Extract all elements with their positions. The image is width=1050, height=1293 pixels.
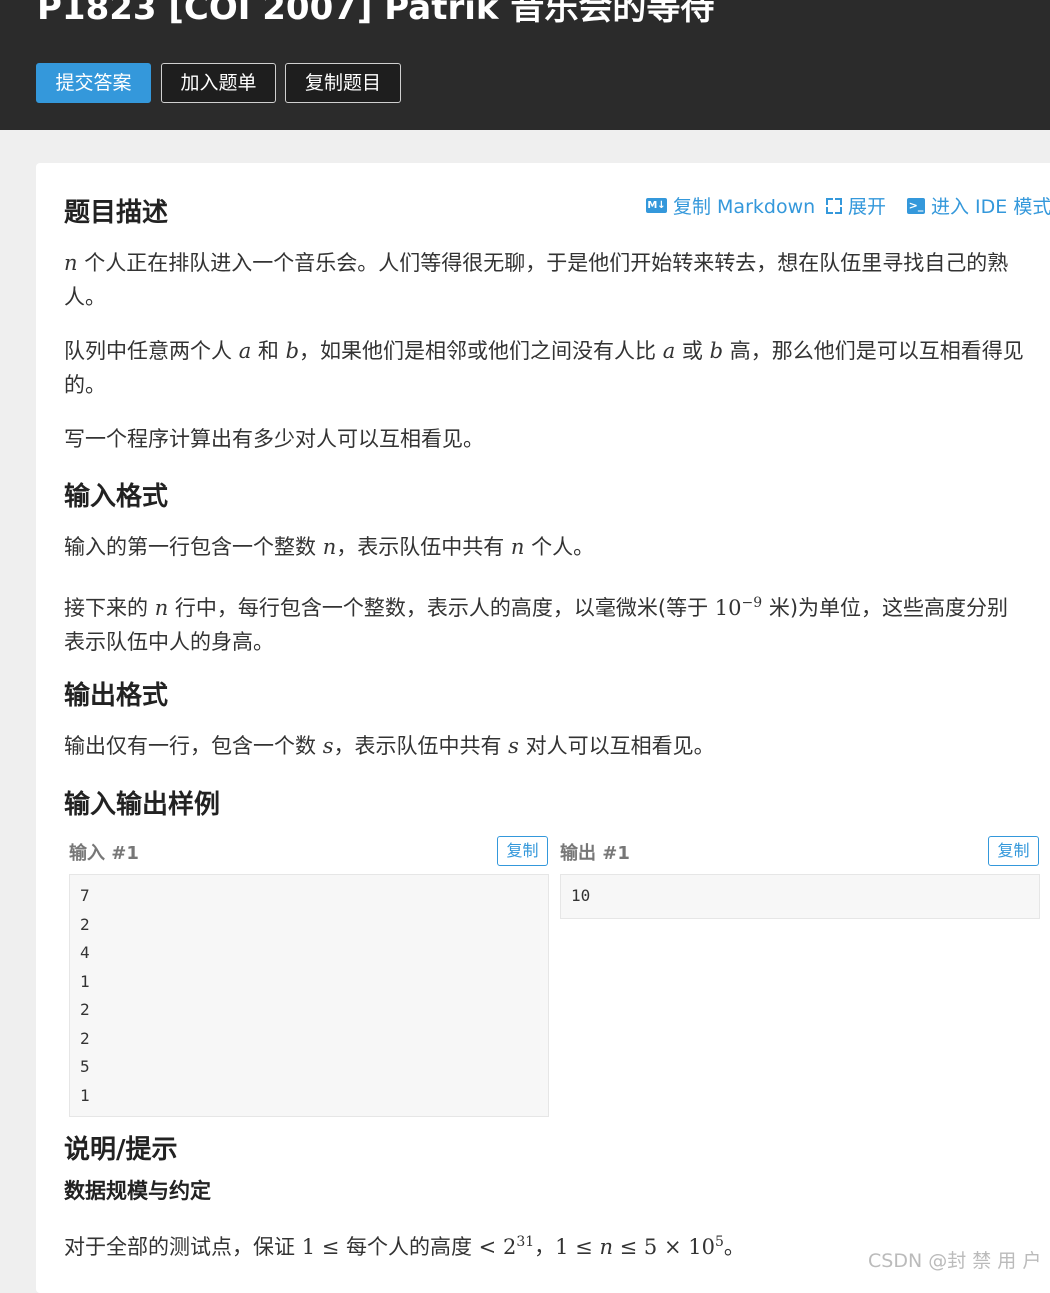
input-line: 1 <box>80 971 90 991</box>
input-format-paragraph-2: 接下来的 n 行中，每行包含一个整数，表示人的高度，以毫微米(等于 10−9 米… <box>64 586 1044 659</box>
text: 每个人的高度 <box>346 1235 472 1259</box>
input-line: 2 <box>80 1028 90 1048</box>
copy-markdown-label: 复制 Markdown <box>673 196 816 218</box>
text: 对于全部的测试点，保证 <box>64 1235 302 1259</box>
terminal-icon: >_ <box>907 197 925 214</box>
math-exponent: 5 <box>714 1234 724 1250</box>
problem-card <box>36 163 1050 1293</box>
text: 输出仅有一行，包含一个数 <box>64 734 323 758</box>
sample-input-box[interactable]: 7 2 4 1 2 2 5 1 <box>69 874 549 1117</box>
math-a: a <box>238 339 252 363</box>
text: 和 <box>251 339 286 363</box>
text: 对人可以互相看见。 <box>518 734 715 758</box>
text: ，表示队伍中共有 <box>333 734 509 758</box>
text: 表示队伍中人的身高。 <box>64 630 274 654</box>
text: 接下来的 <box>64 596 155 620</box>
copy-markdown-link[interactable]: M↓ 复制 Markdown <box>646 192 815 219</box>
text: 行中，每行包含一个整数，表示人的高度，以毫微米(等于 <box>168 596 715 620</box>
input-line: 2 <box>80 914 90 934</box>
text: 人。 <box>64 285 106 309</box>
text: 高，那么他们是可以互相看得见 <box>723 339 1024 363</box>
text: 输入的第一行包含一个整数 <box>64 535 323 559</box>
text: 米)为单位，这些高度分别 <box>762 596 1009 620</box>
text: 的。 <box>64 373 106 397</box>
text: 或 <box>675 339 710 363</box>
math-a: a <box>662 339 676 363</box>
markdown-icon: M↓ <box>646 198 667 213</box>
math-expr: 1 ≤ <box>301 1235 346 1259</box>
hint-heading: 说明/提示 <box>64 1135 178 1165</box>
math-expr: < 2 <box>472 1235 517 1259</box>
add-to-list-button[interactable]: 加入题单 <box>161 63 276 103</box>
expand-label: 展开 <box>848 196 887 218</box>
submit-answer-button[interactable]: 提交答案 <box>36 63 151 103</box>
math-n: n <box>64 251 78 275</box>
output-line: 10 <box>571 886 591 905</box>
samples-heading: 输入输出样例 <box>64 790 221 820</box>
math-n: n <box>510 535 525 559</box>
input-line: 7 <box>80 886 90 905</box>
text: 个人。 <box>524 535 595 559</box>
math-expr: ≤ 5 × 10 <box>612 1235 715 1259</box>
data-constraints-subheading: 数据规模与约定 <box>64 1179 211 1203</box>
input-line: 1 <box>80 1085 90 1105</box>
description-paragraph-3: 写一个程序计算出有多少对人可以互相看见。 <box>64 427 484 451</box>
math-expr: 1 ≤ <box>555 1235 600 1259</box>
math-s: s <box>508 734 519 758</box>
copy-problem-button[interactable]: 复制题目 <box>285 63 401 103</box>
sample-output-label: 输出 #1 <box>560 843 630 864</box>
math-ten: 10 <box>714 596 742 620</box>
input-line: 2 <box>80 1000 90 1019</box>
output-format-paragraph: 输出仅有一行，包含一个数 s，表示队伍中共有 s 对人可以互相看见。 <box>64 729 1044 763</box>
math-n: n <box>154 596 169 620</box>
math-n: n <box>322 535 337 559</box>
math-exponent: 31 <box>516 1234 535 1250</box>
description-paragraph-1: n 个人正在排队进入一个音乐会。人们等得很无聊，于是他们开始转来转去，想在队伍里… <box>64 246 1044 314</box>
math-b: b <box>709 339 724 363</box>
math-s: s <box>322 734 334 758</box>
copy-output-button[interactable]: 复制 <box>988 836 1039 866</box>
text: ， <box>534 1235 556 1259</box>
sample-input-label: 输入 #1 <box>69 843 139 864</box>
input-format-paragraph-1: 输入的第一行包含一个整数 n，表示队伍中共有 n 个人。 <box>64 530 1044 564</box>
output-format-heading: 输出格式 <box>64 681 169 711</box>
copy-input-button[interactable]: 复制 <box>497 836 548 866</box>
problem-title: P1823 [COI 2007] Patrik 音乐会的等待 <box>37 0 715 28</box>
expand-icon <box>826 197 842 214</box>
text: ，表示队伍中共有 <box>336 535 511 559</box>
csdn-watermark: CSDN @封 禁 用 户 <box>868 1250 1042 1272</box>
input-line: 4 <box>80 943 90 962</box>
text: 。 <box>723 1235 745 1259</box>
math-b: b <box>285 339 300 363</box>
description-heading: 题目描述 <box>64 198 169 228</box>
ide-mode-link[interactable]: >_ 进入 IDE 模式 <box>907 192 1050 219</box>
input-format-heading: 输入格式 <box>64 482 169 512</box>
math-exponent: −9 <box>741 595 763 611</box>
text: 个人正在排队进入一个音乐会。人们等得很无聊，于是他们开始转来转去，想在队伍里寻找… <box>77 251 1009 275</box>
problem-header: P1823 [COI 2007] Patrik 音乐会的等待 提交答案 加入题单… <box>0 0 1050 130</box>
input-line: 5 <box>80 1057 90 1076</box>
text: 队列中任意两个人 <box>64 339 239 363</box>
text: ，如果他们是相邻或他们之间没有人比 <box>299 339 663 363</box>
expand-link[interactable]: 展开 <box>826 192 886 219</box>
description-paragraph-2: 队列中任意两个人 a 和 b，如果他们是相邻或他们之间没有人比 a 或 b 高，… <box>64 334 1044 402</box>
hint-paragraph: 对于全部的测试点，保证 1 ≤ 每个人的高度 < 231，1 ≤ n ≤ 5 ×… <box>64 1225 864 1264</box>
sample-output-box[interactable]: 10 <box>560 874 1040 919</box>
ide-mode-label: 进入 IDE 模式 <box>931 196 1050 218</box>
math-n: n <box>599 1235 613 1259</box>
